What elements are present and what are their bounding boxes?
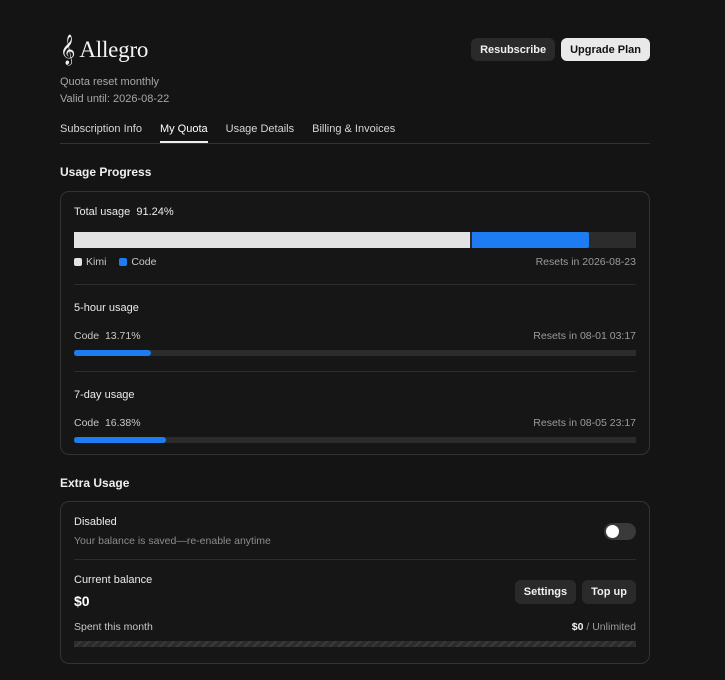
spent-amount: $0 / Unlimited: [572, 621, 636, 633]
five-hour-title: 5-hour usage: [74, 302, 139, 314]
seven-day-bar: [74, 437, 636, 443]
seven-day-reset: Resets in 08-05 23:17: [533, 417, 636, 429]
tab-my-quota[interactable]: My Quota: [159, 123, 208, 143]
five-hour-value: 13.71%: [104, 330, 141, 342]
total-usage-reset: Resets in 2026-08-23: [535, 256, 636, 268]
seven-day-bar-fill: [74, 437, 167, 443]
five-hour-row: Code 13.71% Resets in 08-01 03:17: [74, 330, 636, 342]
legend: Kimi Code: [74, 256, 156, 268]
legend-kimi-label: Kimi: [86, 256, 107, 268]
tab-usage-details[interactable]: Usage Details: [226, 123, 294, 143]
legend-code-swatch: [119, 258, 128, 266]
top-up-button[interactable]: Top up: [582, 580, 636, 604]
total-usage-value: 91.24%: [136, 206, 174, 218]
five-hour-bar-fill: [74, 350, 152, 356]
legend-code-label: Code: [131, 256, 157, 268]
seven-day-title: 7-day usage: [74, 389, 135, 401]
total-usage-row: Total usage 91.24%: [74, 206, 636, 218]
extra-usage-title: Extra Usage: [60, 476, 130, 490]
toggle-knob: [606, 525, 619, 538]
extra-status: Disabled Your balance is saved—re-enable…: [74, 516, 271, 547]
tab-billing-invoices[interactable]: Billing & Invoices: [312, 123, 395, 143]
spent-row: Spent this month $0 / Unlimited: [74, 621, 636, 633]
quota-reset-text: Quota reset monthly: [60, 76, 160, 88]
divider: [74, 371, 636, 372]
settings-button[interactable]: Settings: [514, 580, 577, 604]
total-usage-label: Total usage: [74, 206, 131, 218]
upgrade-plan-button[interactable]: Upgrade Plan: [561, 38, 650, 61]
valid-until-text: Valid until: 2026-08-22: [60, 93, 170, 105]
balance-value: $0: [74, 593, 90, 609]
spent-label: Spent this month: [74, 621, 153, 633]
five-hour-series: Code: [74, 330, 100, 342]
tab-bar: Subscription Info My Quota Usage Details…: [60, 123, 650, 144]
tab-subscription-info[interactable]: Subscription Info: [60, 123, 142, 143]
total-usage-kimi-segment: [74, 232, 471, 248]
five-hour-bar: [74, 350, 636, 356]
divider: [74, 559, 636, 560]
extra-usage-card: Disabled Your balance is saved—re-enable…: [60, 501, 650, 664]
extra-usage-toggle[interactable]: [604, 523, 636, 540]
total-usage-bar: [74, 232, 636, 248]
usage-progress-title: Usage Progress: [60, 165, 152, 179]
balance-row: Current balance $0 Settings Top up: [74, 574, 636, 609]
seven-day-row: Code 16.38% Resets in 08-05 23:17: [74, 417, 636, 429]
extra-status-note: Your balance is saved—re-enable anytime: [74, 535, 271, 547]
total-usage-code-segment: [472, 232, 589, 248]
header: 𝄞 Allegro Quota reset monthly Valid unti…: [60, 34, 650, 105]
total-usage-legend-row: Kimi Code Resets in 2026-08-23: [74, 256, 636, 268]
balance: Current balance $0: [74, 574, 152, 609]
header-actions: Resubscribe Upgrade Plan: [471, 38, 650, 61]
brand-name: Allegro: [79, 37, 149, 62]
balance-actions: Settings Top up: [514, 580, 636, 604]
balance-label: Current balance: [74, 574, 153, 586]
extra-status-row: Disabled Your balance is saved—re-enable…: [74, 516, 636, 547]
five-hour-reset: Resets in 08-01 03:17: [533, 330, 636, 342]
usage-progress-card: Total usage 91.24% Kimi Code Resets in 2…: [60, 191, 650, 455]
seven-day-series: Code: [74, 417, 100, 429]
five-hour-label: Code 13.71%: [74, 330, 141, 342]
seven-day-value: 16.38%: [104, 417, 141, 429]
resubscribe-button[interactable]: Resubscribe: [471, 38, 556, 61]
legend-kimi-swatch: [74, 258, 82, 266]
divider: [74, 284, 636, 285]
spent-value: $0: [571, 621, 584, 633]
spent-bar: [74, 641, 636, 647]
page: 𝄞 Allegro Quota reset monthly Valid unti…: [60, 34, 650, 664]
spent-limit: / Unlimited: [586, 621, 636, 633]
treble-clef-icon: 𝄞: [60, 35, 76, 65]
extra-status-label: Disabled: [74, 516, 117, 528]
seven-day-label: Code 16.38%: [74, 417, 141, 429]
